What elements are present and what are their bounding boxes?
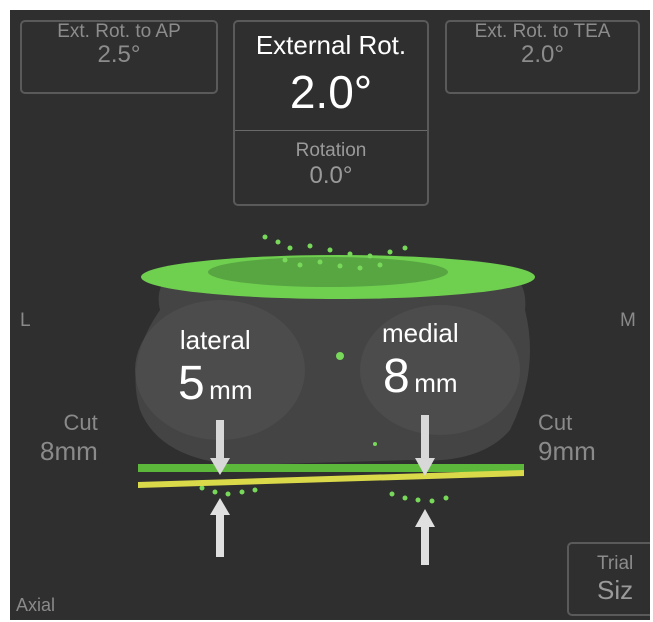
- ext-rot-tea-value: 2.0°: [521, 41, 564, 68]
- cut-right-label: Cut: [538, 410, 573, 435]
- rotation-value: 0.0°: [309, 162, 353, 189]
- rotation-label: Rotation: [295, 140, 367, 161]
- lateral-unit: mm: [209, 375, 253, 405]
- cut-left: Cut 8mm: [40, 410, 98, 467]
- external-rotation-title: External Rot.: [255, 30, 407, 60]
- cut-left-value: 8mm: [40, 436, 98, 466]
- lateral-label: lateral: [179, 325, 251, 355]
- medial-label: medial: [382, 318, 459, 348]
- cut-right: Cut 9mm: [538, 410, 596, 467]
- arrow-up-icon: [210, 498, 230, 557]
- side-label-right: M: [620, 310, 636, 331]
- side-label-left: L: [20, 310, 31, 331]
- cut-line-yellow: [138, 470, 524, 488]
- trial-size-value: Siz: [597, 575, 634, 605]
- view-label: Axial: [16, 595, 56, 615]
- cut-right-value: 9mm: [538, 436, 596, 466]
- ext-rot-tea-panel: Ext. Rot. to TEA 2.0°: [445, 20, 640, 94]
- ext-rot-ap-label: Ext. Rot. to AP: [57, 21, 181, 42]
- axial-viewport: Ext. Rot. to AP 2.5° External Rot. 2.0° …: [10, 10, 650, 620]
- cut-line-green: [138, 464, 524, 472]
- medial-unit: mm: [414, 368, 458, 398]
- medial-gap: medial 8 mm: [382, 318, 459, 404]
- panel-divider: [235, 130, 427, 131]
- external-rotation-value: 2.0°: [289, 66, 373, 118]
- lateral-gap: lateral 5 mm: [178, 325, 252, 411]
- medial-value: 8: [383, 350, 410, 403]
- trial-size-panel[interactable]: Trial Siz: [567, 542, 650, 616]
- ext-rot-ap-value: 2.5°: [97, 41, 141, 68]
- arrow-up-icon: [415, 509, 435, 565]
- external-rotation-panel: External Rot. 2.0° Rotation 0.0°: [233, 20, 429, 206]
- lateral-value: 5: [178, 357, 205, 410]
- ext-rot-ap-panel: Ext. Rot. to AP 2.5°: [20, 20, 218, 94]
- trial-label: Trial: [597, 553, 634, 574]
- ext-rot-tea-label: Ext. Rot. to TEA: [474, 21, 611, 42]
- cut-left-label: Cut: [63, 410, 98, 435]
